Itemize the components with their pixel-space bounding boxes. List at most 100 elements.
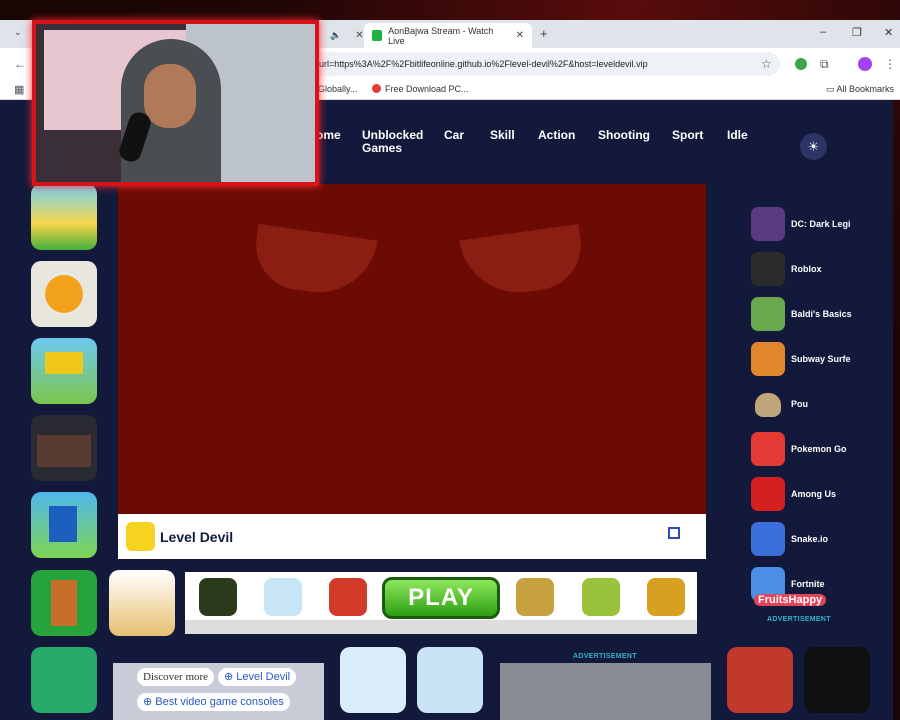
ad-game-icon — [516, 578, 554, 616]
bookmark-star-icon[interactable]: ☆ — [761, 57, 772, 71]
game-thumb[interactable] — [31, 647, 97, 713]
all-bookmarks-label: All Bookmarks — [836, 84, 895, 94]
game-thumb[interactable] — [727, 647, 793, 713]
sidebar-game-label: Pou — [791, 399, 808, 409]
menu-kebab-icon[interactable]: ⋮ — [884, 57, 896, 71]
game-thumb[interactable] — [31, 338, 97, 404]
ad-game-icon — [647, 578, 685, 616]
game-canvas[interactable] — [118, 184, 706, 514]
bookmark-favicon-icon — [372, 84, 381, 93]
sidebar-game[interactable]: Baldi's Basics — [751, 294, 855, 334]
game-thumb[interactable] — [31, 415, 97, 481]
game-icon — [751, 207, 785, 241]
extension-icon[interactable] — [795, 58, 807, 70]
tab-title: AonBajwa Stream - Watch Live — [388, 25, 494, 46]
game-thumb[interactable] — [340, 647, 406, 713]
theme-toggle-sun-icon[interactable]: ☀ — [800, 133, 827, 160]
ad-play-button[interactable]: PLAY — [382, 577, 500, 619]
sidebar-game[interactable]: Pokemon Go — [751, 429, 855, 469]
nav-sport[interactable]: Sport — [672, 129, 703, 142]
ad-game-icon — [582, 578, 620, 616]
game-thumb-art — [49, 506, 77, 542]
discover-link-label: Level Devil — [236, 671, 291, 683]
ad-slot[interactable] — [500, 663, 711, 720]
sidebar-game-label: Subway Surfe — [791, 354, 851, 364]
sidebar-game[interactable]: Roblox — [751, 249, 855, 289]
nav-idle[interactable]: Idle — [727, 129, 748, 142]
discover-more-panel: Discover more ⊕ Level Devil ⊕ Best video… — [113, 663, 324, 720]
nav-skill[interactable]: Skill — [490, 129, 515, 142]
streamer-face — [144, 64, 196, 128]
game-thumb[interactable] — [417, 647, 483, 713]
bookmark-label: Free Download PC... — [385, 84, 469, 94]
nav-shooting[interactable]: Shooting — [598, 129, 650, 142]
game-thumb-art — [37, 435, 91, 467]
streamer-webcam-overlay — [32, 20, 319, 186]
game-info-bar: Level Devil — [118, 514, 706, 559]
address-bar[interactable]: _url=https%3A%2F%2Fbitlifeonline.github.… — [300, 52, 780, 76]
game-thumb[interactable] — [31, 492, 97, 558]
game-icon — [751, 387, 785, 421]
sidebar-game-label: Among Us — [791, 489, 836, 499]
ad-game-icon — [264, 578, 302, 616]
nav-unblocked-games[interactable]: Unblocked Games — [362, 129, 432, 155]
back-arrow-icon[interactable]: ← — [14, 57, 26, 71]
all-bookmarks[interactable]: ▭ All Bookmarks — [826, 84, 894, 95]
sidebar-game[interactable]: Snake.io — [751, 519, 855, 559]
right-sidebar: DC: Dark Legi Roblox Baldi's Basics Subw… — [742, 190, 855, 615]
kick-favicon-icon — [372, 30, 383, 41]
ad-banner-footer — [185, 620, 697, 634]
game-thumb-art — [51, 580, 77, 626]
nav-action[interactable]: Action — [538, 129, 575, 142]
speaker-icon: 🔈 — [330, 30, 342, 40]
game-thumb[interactable] — [109, 570, 175, 636]
tab-search-chevron-icon[interactable]: ⌄ — [14, 27, 22, 38]
sidebar-game-label: Pokemon Go — [791, 444, 847, 454]
tab-active[interactable]: AonBajwa Stream - Watch Live ✕ — [364, 23, 532, 48]
game-icon — [751, 297, 785, 331]
game-thumb-art — [45, 275, 83, 313]
sidebar-game-label: Baldi's Basics — [791, 309, 852, 319]
game-thumb[interactable] — [804, 647, 870, 713]
bookmark-item[interactable]: Free Download PC... — [372, 84, 469, 94]
advertisement-label: ADVERTISEMENT — [767, 616, 831, 623]
close-tab-icon[interactable]: ✕ — [516, 30, 524, 41]
game-thumb[interactable] — [31, 570, 97, 636]
devil-eye — [250, 223, 378, 301]
game-thumb[interactable] — [31, 184, 97, 250]
game-icon — [751, 522, 785, 556]
discover-link-consoles[interactable]: ⊕ Best video game consoles — [137, 693, 290, 711]
discover-more-label: Discover more — [137, 668, 215, 686]
bookmark-item[interactable]: Globally... — [318, 84, 357, 94]
sidebar-game-label: Roblox — [791, 264, 822, 274]
restore-button[interactable]: ❐ — [852, 26, 862, 39]
close-icon[interactable]: ✕ — [355, 30, 363, 41]
sidebar-game[interactable]: Among Us — [751, 474, 855, 514]
sidebar-game-label: Snake.io — [791, 534, 829, 544]
close-window-button[interactable]: ✕ — [884, 26, 893, 39]
fruits-happy-logo: FruitsHappy — [754, 594, 827, 606]
new-tab-button[interactable]: + — [540, 26, 548, 41]
ad-game-icon — [199, 578, 237, 616]
devil-eye — [459, 223, 587, 301]
game-title: Level Devil — [160, 529, 234, 545]
sidebar-game[interactable]: DC: Dark Legi — [751, 204, 855, 244]
sidebar-game-label: DC: Dark Legi — [791, 219, 851, 229]
sidebar-game[interactable]: Pou — [751, 384, 855, 424]
puzzle-extensions-icon[interactable]: ⧉ — [820, 57, 829, 72]
minimize-button[interactable]: – — [820, 26, 826, 38]
sidebar-game[interactable]: Subway Surfe — [751, 339, 855, 379]
sidebar-game-label: Fortnite — [791, 579, 825, 589]
profile-avatar[interactable] — [858, 57, 872, 71]
fullscreen-icon[interactable] — [668, 527, 680, 539]
ad-game-icon — [329, 578, 367, 616]
level-devil-logo — [126, 522, 155, 551]
nav-car[interactable]: Car — [444, 129, 464, 142]
discover-link-label: Best video game consoles — [155, 696, 284, 708]
apps-grid-icon[interactable]: ▦ — [14, 83, 24, 96]
game-icon — [751, 477, 785, 511]
pou-icon — [755, 393, 781, 417]
nav-home[interactable]: ome — [316, 129, 341, 142]
game-thumb[interactable] — [31, 261, 97, 327]
discover-link-level-devil[interactable]: ⊕ Level Devil — [218, 668, 297, 686]
